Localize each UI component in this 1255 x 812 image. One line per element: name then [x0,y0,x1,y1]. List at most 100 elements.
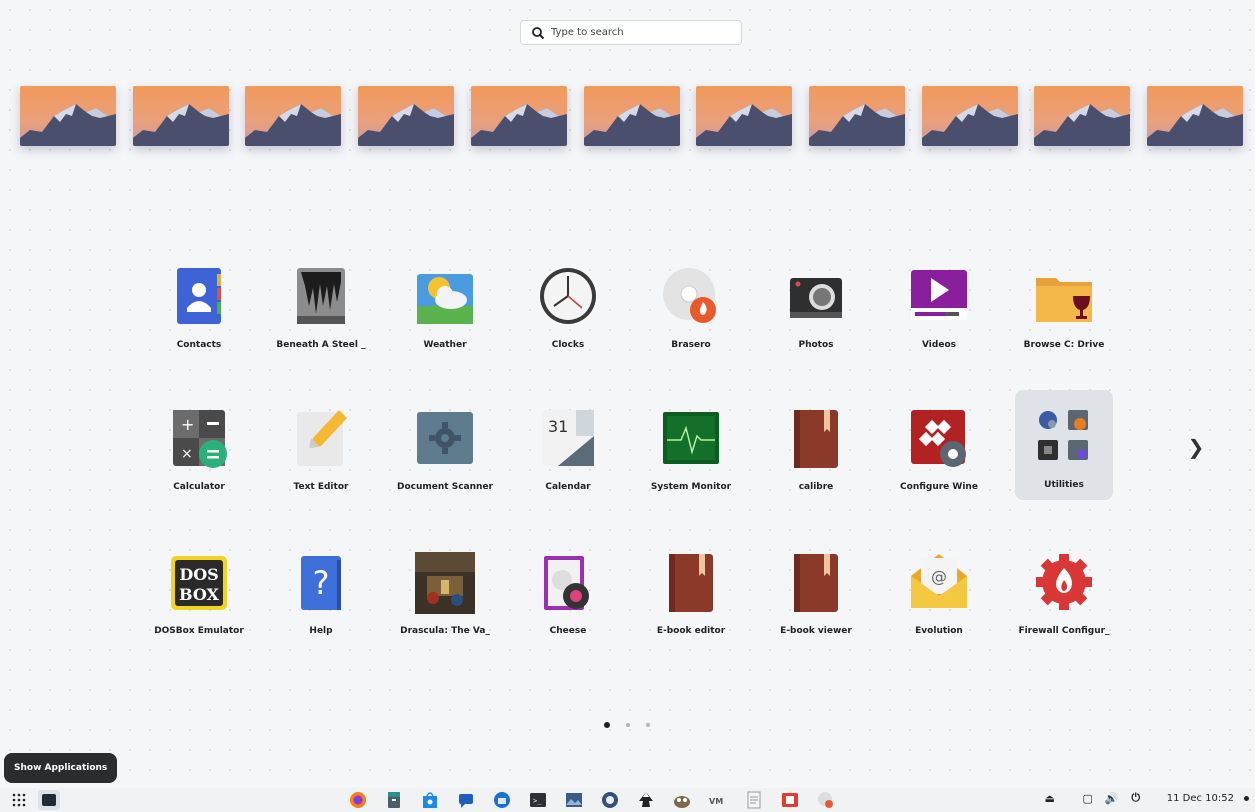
inkscape-icon[interactable] [636,790,656,810]
app-label: calibre [798,482,834,492]
app-clocks[interactable]: Clocks [519,250,617,360]
search-input[interactable] [551,27,731,38]
app-label: Beneath A Steel _ [276,340,366,350]
workspace-thumbnail[interactable] [133,86,229,146]
contacts-icon [167,264,231,328]
app-browse-c-drive[interactable]: Browse C: Drive [1015,250,1113,360]
app-text-editor[interactable]: Text Editor [272,392,370,502]
page-dot-2[interactable] [626,723,630,727]
next-page-arrow-icon[interactable]: ❯ [1186,435,1206,459]
file-manager-icon[interactable] [384,790,404,810]
workspace-overview-button[interactable] [38,790,60,810]
app-contacts[interactable]: Contacts [150,250,248,360]
calendar-icon: 31 [536,406,600,470]
app-firewall-configuration[interactable]: Firewall Configur_ [1015,536,1113,646]
app-weather[interactable]: Weather [396,250,494,360]
photos-icon [784,264,848,328]
app-label: E-book editor [656,626,726,636]
app-label: Calculator [173,482,225,492]
app-evolution[interactable]: @ Evolution [890,536,988,646]
chat-icon[interactable] [456,790,476,810]
clock[interactable]: 11 Dec 10:52 [1167,793,1234,804]
weather-icon [413,264,477,328]
app-label: System Monitor [650,482,732,492]
workspace-thumbnail[interactable] [922,86,1018,146]
taskbar: >_ VM ⏏ ▢ 🔊 ⏻ 11 Dec 10:52 [0,788,1255,812]
vm-icon[interactable]: VM [708,790,728,810]
app-calibre[interactable]: calibre [767,392,865,502]
volume-icon[interactable]: 🔊 [1105,791,1119,805]
ebook-editor-icon [659,550,723,614]
app-label: Videos [922,340,956,350]
app-label: Weather [423,340,467,350]
app-help[interactable]: ? Help [272,536,370,646]
show-applications-button[interactable] [8,790,30,810]
app-beneath-a-steel-sky[interactable]: Beneath A Steel _ [272,250,370,360]
software-store-icon[interactable] [420,790,440,810]
aperture-icon[interactable] [600,790,620,810]
app-label: Configure Wine [900,482,978,492]
window-overview-icon [42,794,56,806]
gimp-icon[interactable] [672,790,692,810]
app-cheese[interactable]: Cheese [519,536,617,646]
brasero-icon [659,264,723,328]
app-label: Contacts [176,340,222,350]
app-calculator[interactable]: + × Calculator [150,392,248,502]
workspace-thumbnail[interactable] [471,86,567,146]
search-icon [532,26,545,39]
page-dot-3[interactable] [646,723,650,727]
app-configure-wine[interactable]: Configure Wine [890,392,988,502]
eject-icon[interactable]: ⏏ [1043,791,1057,805]
page-indicator [604,722,650,728]
ebook-viewer-icon [784,550,848,614]
image-viewer-icon[interactable] [564,790,584,810]
folder-utilities[interactable]: Utilities [1015,390,1113,500]
svg-text:31: 31 [548,417,568,436]
firefox-icon[interactable] [348,790,368,810]
workspace-thumbnail[interactable] [20,86,116,146]
thunderbird-icon[interactable] [492,790,512,810]
system-monitor-icon [659,406,723,470]
workspace-thumbnail[interactable] [1147,86,1243,146]
app-dosbox[interactable]: DOS BOX DOSBox Emulator [150,536,248,646]
app-label: Brasero [671,340,711,350]
brasero-icon[interactable] [816,790,836,810]
app-ebook-editor[interactable]: E-book editor [642,536,740,646]
calibre-icon [784,406,848,470]
workspace-thumbnail[interactable] [1034,86,1130,146]
app-ebook-viewer[interactable]: E-book viewer [767,536,865,646]
svg-text:@: @ [931,567,947,586]
cheese-icon [536,550,600,614]
workspace-thumbnail[interactable] [809,86,905,146]
clocks-icon [536,264,600,328]
taskbar-app-list: >_ VM [348,790,836,810]
search-field[interactable] [520,20,742,45]
workspace-thumbnail[interactable] [584,86,680,146]
document-icon[interactable] [744,790,764,810]
svg-text:VM: VM [709,797,723,806]
app-calendar[interactable]: 31 Calendar [519,392,617,502]
svg-text:DOS: DOS [179,565,218,584]
app-system-monitor[interactable]: System Monitor [642,392,740,502]
app-label: Text Editor [293,482,349,492]
power-icon[interactable]: ⏻ [1129,791,1143,805]
page-dot-1[interactable] [604,722,610,728]
app-videos[interactable]: Videos [890,250,988,360]
workspace-thumbnail[interactable] [245,86,341,146]
terminal-icon[interactable]: >_ [528,790,548,810]
app-document-scanner[interactable]: Document Scanner [396,392,494,502]
notification-dot[interactable] [1244,795,1249,801]
app-drascula[interactable]: Drascula: The Va_ [396,536,494,646]
app-label: Clocks [551,340,585,350]
workspace-thumbnail[interactable] [696,86,792,146]
app-photos[interactable]: Photos [767,250,865,360]
presentation-icon[interactable] [780,790,800,810]
window-icon[interactable]: ▢ [1081,791,1095,805]
svg-text:×: × [181,446,193,462]
app-label: Drascula: The Va_ [400,626,490,636]
app-label: E-book viewer [780,626,852,636]
app-brasero[interactable]: Brasero [642,250,740,360]
system-tray: ⏏ ▢ 🔊 ⏻ 11 Dec 10:52 [1043,791,1249,805]
workspace-thumbnail[interactable] [358,86,454,146]
svg-text:?: ? [313,564,330,602]
